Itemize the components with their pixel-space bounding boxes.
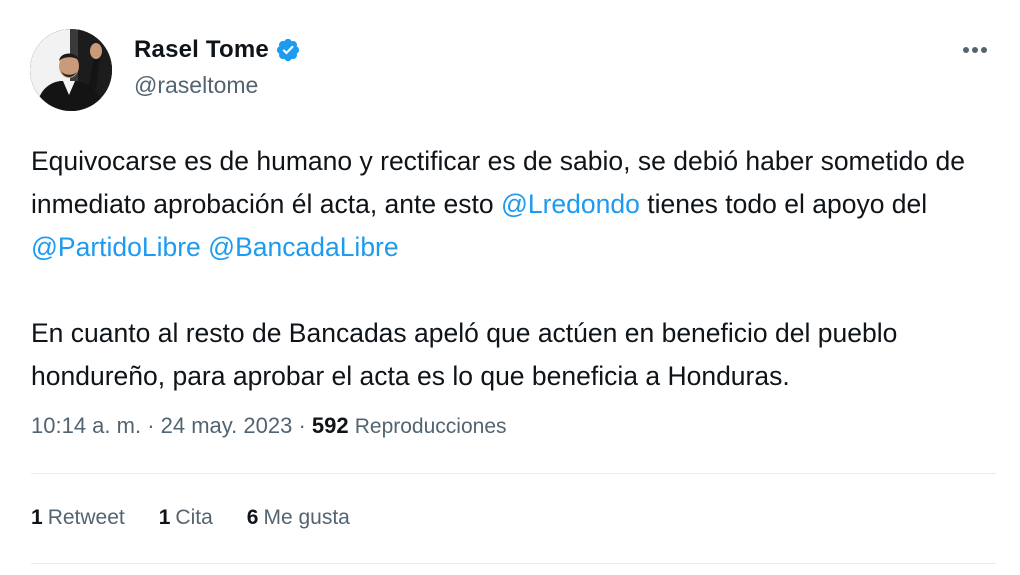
views-label: Reproducciones xyxy=(354,415,507,438)
mention-lredondo-link[interactable]: @Lredondo xyxy=(501,189,640,219)
mention-partidolibre-link[interactable]: @PartidoLibre xyxy=(31,232,201,262)
quotes-label: Cita xyxy=(175,506,213,529)
divider xyxy=(31,563,996,564)
meta-separator: · xyxy=(292,413,312,438)
quotes-stat-link[interactable]: 1 Cita xyxy=(159,506,213,530)
likes-count: 6 xyxy=(246,506,259,529)
tweet-time-link[interactable]: 10:14 a. m. xyxy=(31,413,141,438)
more-options-icon[interactable] xyxy=(960,38,990,62)
quotes-count: 1 xyxy=(158,506,171,529)
author-handle[interactable]: @raseltome xyxy=(134,72,258,99)
author-name[interactable]: Rasel Tome xyxy=(134,36,269,64)
meta-separator: · xyxy=(141,413,161,438)
avatar[interactable] xyxy=(30,29,112,111)
tweet-paragraph-2: En cuanto al resto de Bancadas apeló que… xyxy=(31,318,898,391)
tweet-date-link[interactable]: 24 may. 2023 xyxy=(161,413,293,438)
tweet-text-segment: tienes todo el apoyo del xyxy=(639,189,928,219)
tweet-text: Equivocarse es de humano y rectificar es… xyxy=(31,140,991,398)
avatar-image xyxy=(30,29,112,111)
tweet-card: Rasel Tome @raseltome Equivocarse es de … xyxy=(0,0,1020,575)
tweet-stats: 1 Retweet 1 Cita 6 Me gusta xyxy=(31,506,350,530)
divider xyxy=(31,473,996,474)
retweets-label: Retweet xyxy=(47,506,125,529)
mention-bancadalibre-link[interactable]: @BancadaLibre xyxy=(208,232,398,262)
tweet-meta: 10:14 a. m. · 24 may. 2023 · 592 Reprodu… xyxy=(31,413,507,439)
likes-stat-link[interactable]: 6 Me gusta xyxy=(247,506,350,530)
likes-label: Me gusta xyxy=(263,506,350,529)
retweets-stat-link[interactable]: 1 Retweet xyxy=(31,506,125,530)
views-count: 592 xyxy=(311,413,349,438)
author-name-row: Rasel Tome xyxy=(134,36,301,64)
tweet-paragraph-1: Equivocarse es de humano y rectificar es… xyxy=(31,140,991,269)
verified-badge-icon xyxy=(275,37,301,63)
retweets-count: 1 xyxy=(31,506,43,529)
